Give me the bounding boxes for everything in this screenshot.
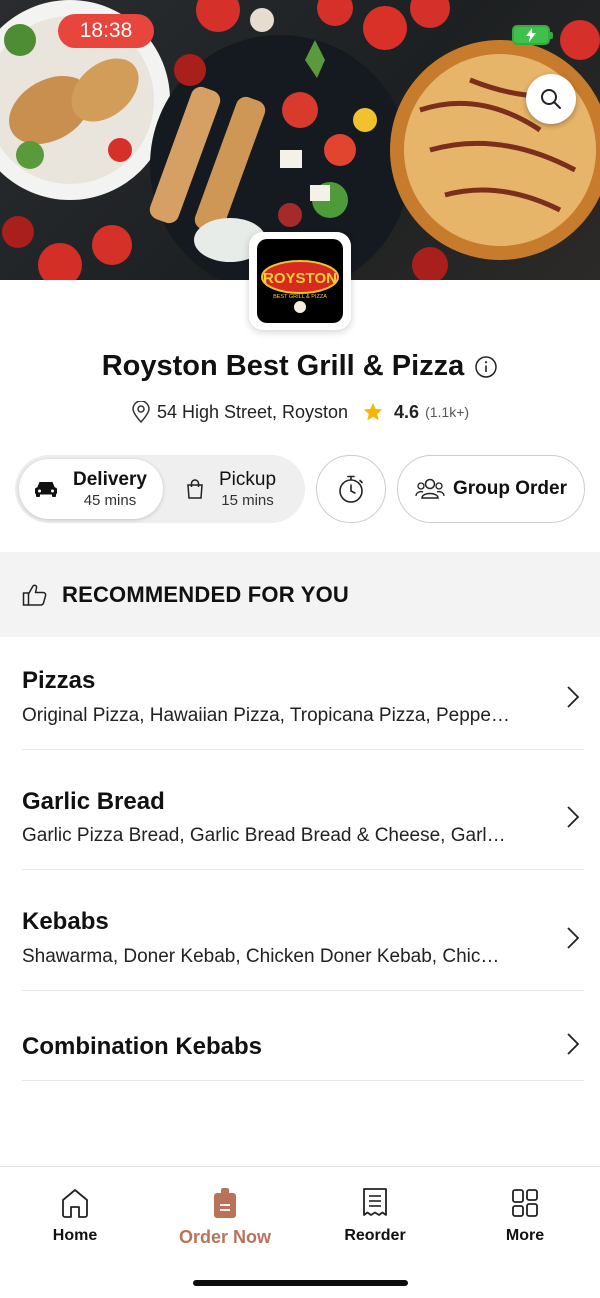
restaurant-name: Royston Best Grill & Pizza [101,350,465,382]
category-kebabs[interactable]: Kebabs Shawarma, Doner Kebab, Chicken Do… [22,870,584,991]
delivery-option[interactable]: Delivery 45 mins [19,459,163,519]
receipt-icon [363,1188,387,1216]
chevron-right-icon [567,806,580,828]
category-combination-kebabs[interactable]: Combination Kebabs [22,991,584,1081]
search-button[interactable] [526,74,576,124]
thumbs-up-icon [22,584,47,606]
battery-icon [512,25,553,45]
star-icon [363,402,383,421]
rating-value: 4.6 [394,401,420,422]
pickup-option[interactable]: Pickup 15 mins [185,459,301,519]
svg-text:BEST GRILL & PIZZA: BEST GRILL & PIZZA [273,294,327,300]
nav-label-home: Home [52,1227,98,1244]
restaurant-title-row: Royston Best Grill & Pizza [0,350,600,383]
category-name: Combination Kebabs [22,1033,263,1060]
home-icon [62,1189,88,1218]
category-items: Garlic Pizza Bread, Garlic Bread Bread &… [22,825,506,846]
category-pizzas[interactable]: Pizzas Original Pizza, Hawaiian Pizza, T… [22,637,584,750]
nav-label-reorder: Reorder [344,1227,406,1244]
group-order-button[interactable]: Group Order [397,455,585,523]
pickup-label: Pickup [219,468,277,490]
nav-label-more: More [505,1227,545,1244]
recommended-title: RECOMMENDED FOR YOU [62,581,349,607]
home-indicator [193,1280,408,1286]
group-order-label: Group Order [452,478,567,499]
nav-order-now[interactable]: Order Now [150,1187,300,1248]
status-time-pill: 18:38 [58,14,154,48]
nav-reorder[interactable]: Reorder [300,1187,450,1245]
info-icon[interactable] [474,355,498,379]
status-time: 18:38 [79,19,133,42]
shopping-bag-icon [187,479,203,499]
chevron-right-icon [567,927,580,949]
nav-home[interactable]: Home [0,1187,150,1245]
category-name: Kebabs [22,908,109,935]
nav-label-order-now: Order Now [178,1227,271,1247]
restaurant-address: 54 High Street, Royston [156,401,349,422]
order-mode-toggle: Delivery 45 mins Pickup 15 mins [15,455,305,523]
nav-more[interactable]: More [450,1187,600,1245]
grid-icon [512,1189,538,1217]
chevron-right-icon [567,686,580,708]
category-items: Original Pizza, Hawaiian Pizza, Tropican… [22,705,510,726]
search-icon [541,89,561,109]
rating-count: (1.1k+) [425,404,470,420]
category-garlic-bread[interactable]: Garlic Bread Garlic Pizza Bread, Garlic … [22,750,584,870]
category-items: Shawarma, Doner Kebab, Chicken Doner Keb… [22,946,500,967]
delivery-time: 45 mins [83,491,137,509]
stopwatch-icon [339,475,363,503]
logo-graphic: ROYSTON BEST GRILL & PIZZA [261,260,339,313]
category-name: Garlic Bread [22,788,165,815]
group-people-icon [415,478,445,499]
car-icon [35,482,57,497]
bottom-navigation: Home Order Now Reorder More [0,1166,600,1298]
restaurant-logo: ROYSTON BEST GRILL & PIZZA [249,232,351,330]
schedule-button[interactable] [316,455,386,523]
svg-text:ROYSTON: ROYSTON [263,270,337,287]
chevron-right-icon [567,1033,580,1055]
address-rating-row: 54 High Street, Royston 4.6 (1.1k+) [0,401,600,423]
recommended-section-header: RECOMMENDED FOR YOU [0,552,600,637]
category-name: Pizzas [22,667,96,694]
order-bag-icon [214,1188,236,1218]
location-pin-icon [132,401,150,423]
pickup-time: 15 mins [221,491,274,509]
delivery-label: Delivery [73,468,147,490]
